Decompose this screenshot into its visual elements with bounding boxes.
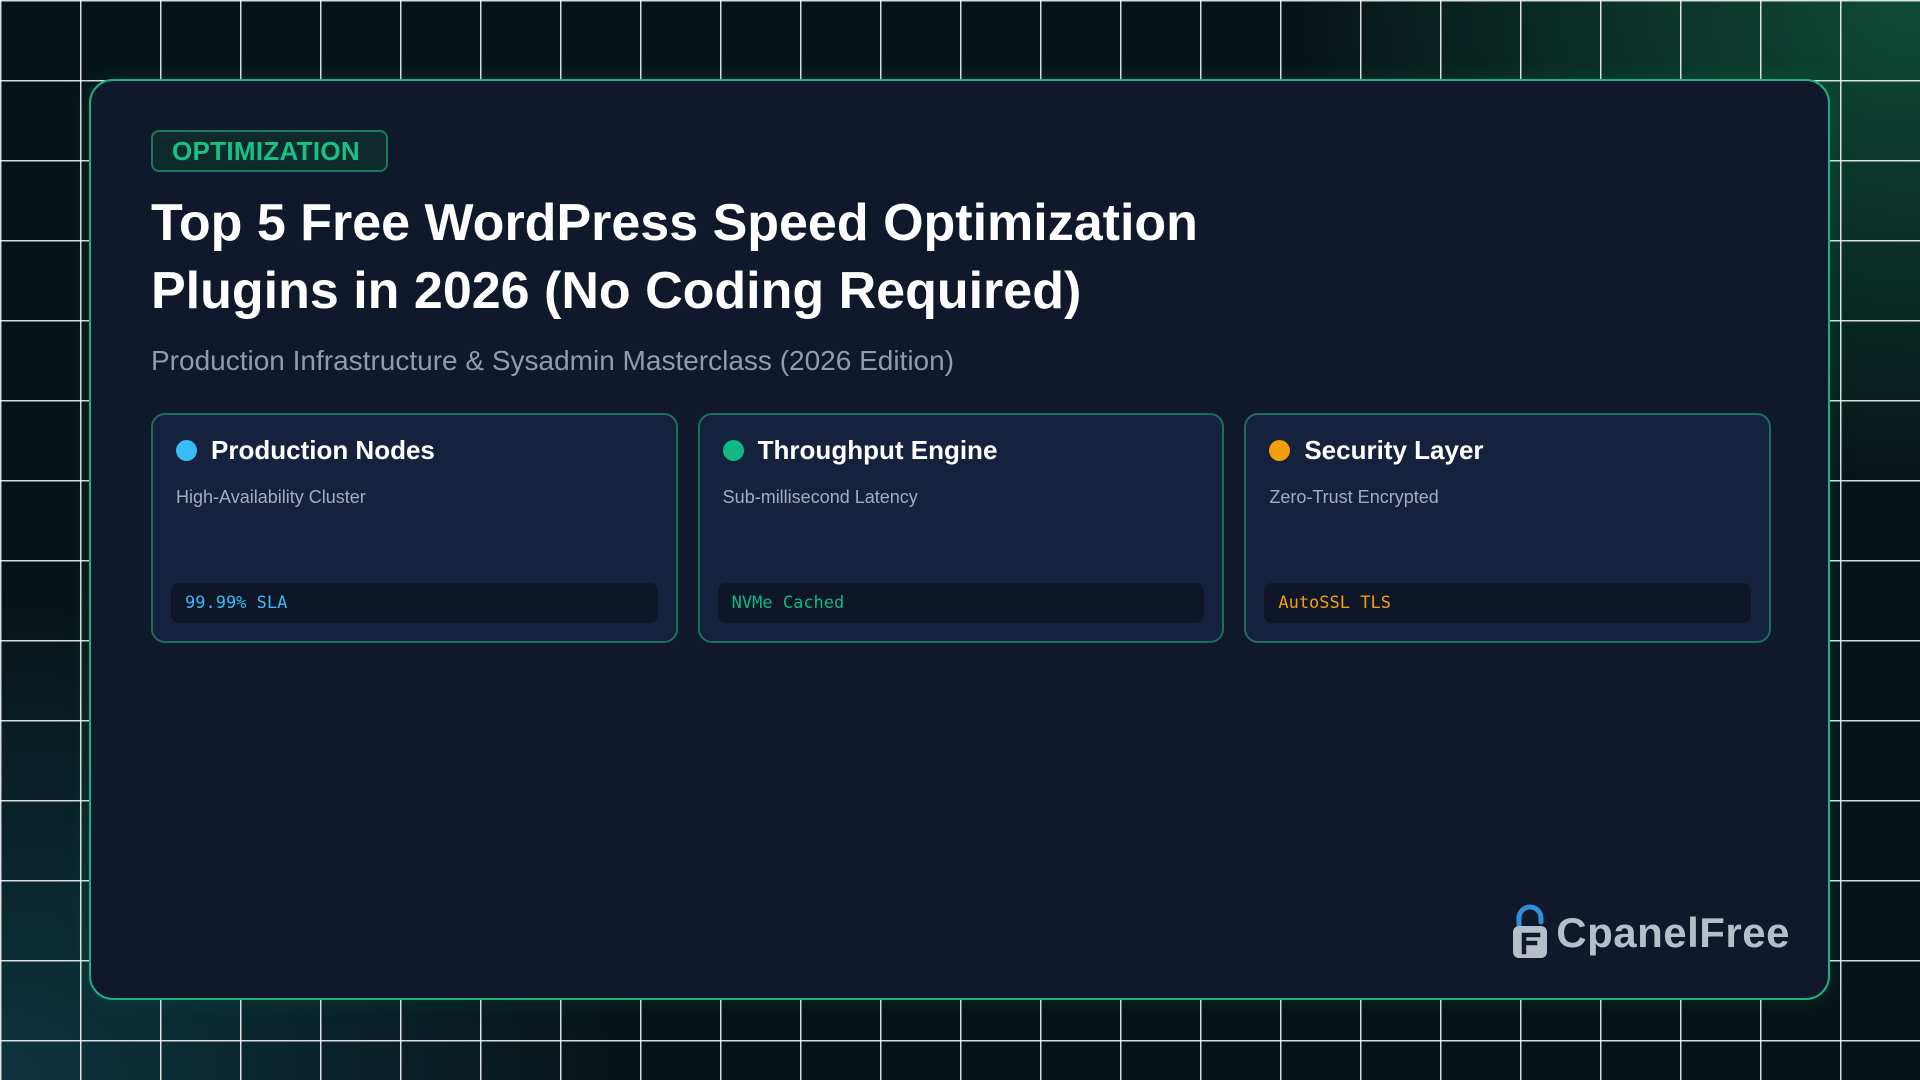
feature-header: Production Nodes [176, 433, 435, 467]
brand-logo: CpanelFree [1510, 904, 1790, 962]
feature-description: High-Availability Cluster [176, 487, 366, 507]
feature-description: Sub-millisecond Latency [722, 487, 918, 507]
status-dot-icon [722, 439, 744, 461]
feature-cards: Production Nodes High-Availability Clust… [151, 413, 1772, 643]
feature-tag: AutoSSL TLS [1264, 583, 1752, 623]
feature-card-production-nodes: Production Nodes High-Availability Clust… [151, 413, 678, 643]
page-title: Top 5 Free WordPress Speed Optimization … [151, 194, 1198, 320]
page-subtitle: Production Infrastructure & Sysadmin Mas… [151, 345, 955, 376]
hero-card: OPTIMIZATION Top 5 Free WordPress Speed … [89, 79, 1830, 1000]
feature-description: Zero-Trust Encrypted [1269, 487, 1439, 507]
feature-tag: NVMe Cached [717, 583, 1205, 623]
feature-header: Throughput Engine [722, 433, 998, 467]
feature-card-security-layer: Security Layer Zero-Trust Encrypted Auto… [1244, 413, 1772, 643]
status-dot-icon [176, 439, 197, 461]
status-dot-icon [1269, 439, 1291, 461]
feature-card-throughput-engine: Throughput Engine Sub-millisecond Latenc… [697, 413, 1225, 643]
category-badge: OPTIMIZATION [151, 130, 388, 172]
feature-title: Production Nodes [211, 435, 435, 465]
feature-title: Throughput Engine [757, 435, 998, 465]
feature-header: Security Layer [1269, 433, 1484, 467]
brand-name: CpanelFree [1556, 909, 1790, 956]
feature-title: Security Layer [1304, 435, 1484, 465]
padlock-logo-icon [1513, 904, 1548, 958]
feature-tag: 99.99% SLA [171, 583, 658, 623]
